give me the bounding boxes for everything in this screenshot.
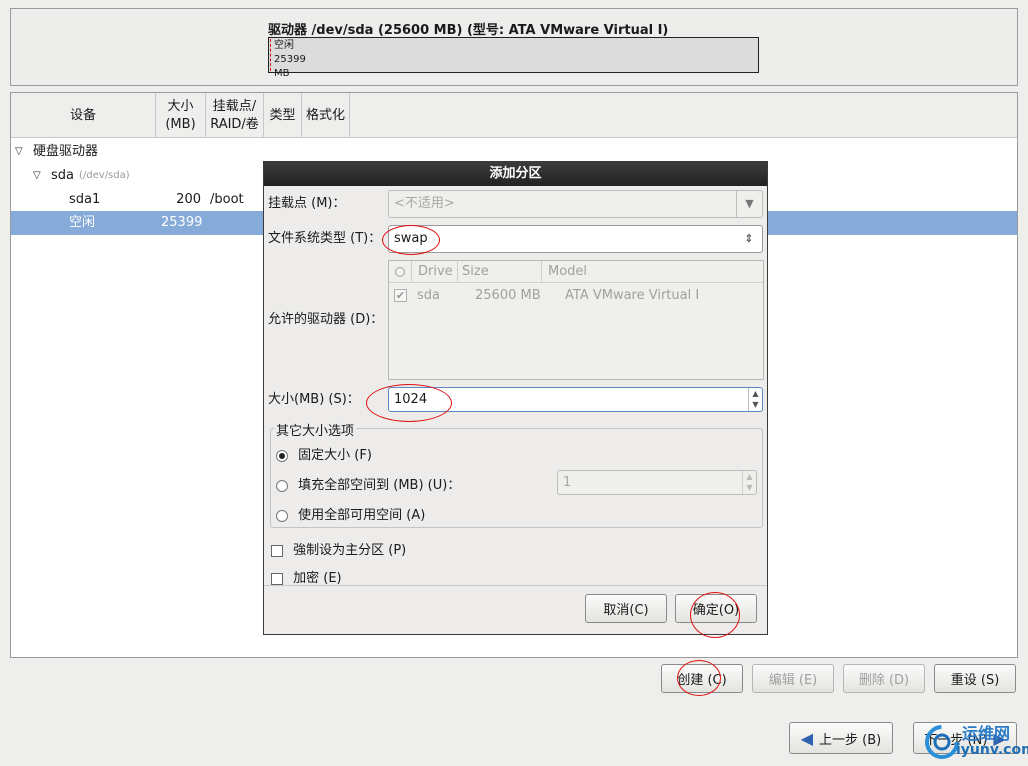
checkbox-empty-icon — [271, 572, 283, 585]
force-primary-label: 強制设为主分区 (P) — [293, 543, 407, 558]
radio-use-all-label: 使用全部可用空间 (A) — [298, 508, 426, 523]
radio-selected-icon — [276, 449, 288, 462]
column-format[interactable]: 格式化 — [302, 93, 350, 138]
row-device: 空闲 — [69, 215, 96, 230]
expander-down-icon[interactable]: ▽ — [33, 164, 41, 188]
drive-model: ATA VMware Virtual I — [565, 288, 700, 303]
column-device[interactable]: 设备 — [11, 93, 156, 138]
encrypt-checkbox[interactable]: 加密 (E) — [271, 567, 342, 586]
free-space-size: 25399 MB — [274, 54, 306, 79]
column-type[interactable]: 类型 — [264, 93, 302, 138]
drives-col-drive: Drive — [411, 261, 457, 283]
drive-size: 25600 MB — [475, 288, 541, 303]
drive-panel: 驱动器 /dev/sda (25600 MB) (型号: ATA VMware … — [10, 8, 1018, 86]
edit-button[interactable]: 编辑 (E) — [752, 664, 834, 693]
reset-button[interactable]: 重设 (S) — [934, 664, 1016, 693]
radio-use-all[interactable]: 使用全部可用空间 (A) — [276, 504, 425, 523]
drives-col-size: Size — [457, 261, 541, 283]
allowed-drives-label: 允许的驱动器 (D)： — [268, 312, 384, 327]
mount-point-value: <不适用> — [394, 196, 455, 211]
drive-title: 驱动器 /dev/sda (25600 MB) (型号: ATA VMware … — [268, 23, 669, 38]
mount-point-label: 挂载点 (M)： — [268, 196, 346, 211]
spin-arrows-icon[interactable]: ▲ ▼ — [742, 471, 756, 494]
allowed-drives-list[interactable]: Drive Size Model ✔ sda 25600 MB ATA VMwa… — [388, 260, 764, 380]
drives-list-row[interactable]: ✔ sda 25600 MB ATA VMware Virtual I — [389, 285, 763, 307]
size-value: 1024 — [394, 392, 428, 407]
free-space-segment[interactable]: 空闲 25399 MB — [270, 39, 306, 79]
fs-type-value: swap — [394, 231, 428, 246]
select-all-radio[interactable] — [395, 267, 405, 277]
column-size[interactable]: 大小 (MB) — [156, 93, 206, 138]
size-options-title: 其它大小选项 — [274, 420, 357, 439]
watermark-url: iyunv.com — [956, 742, 1028, 758]
encrypt-label: 加密 (E) — [293, 571, 342, 586]
row-size: 25399 — [161, 215, 203, 230]
radio-fixed-size[interactable]: 固定大小 (F) — [276, 444, 372, 463]
dialog-title[interactable]: 添加分区 — [264, 162, 767, 186]
cancel-button[interactable]: 取消(C) — [585, 594, 667, 623]
add-partition-dialog: 添加分区 挂载点 (M)： <不适用> ▼ 文件系统类型 (T)： swap ⇕… — [263, 161, 768, 638]
watermark-cn: 运维网 — [962, 724, 1011, 743]
back-button-label: 上一步 (B) — [819, 732, 882, 748]
mount-point-combo[interactable]: <不适用> ▼ — [388, 190, 763, 218]
size-spinbox[interactable]: 1024 ▲ ▼ — [388, 387, 763, 412]
size-label: 大小(MB) (S)： — [268, 392, 360, 407]
fill-size-spinbox[interactable]: 1 ▲ ▼ — [557, 470, 757, 495]
table-header: 设备 大小 (MB) 挂载点/ RAID/卷 类型 格式化 — [11, 93, 1017, 138]
dialog-separator — [264, 585, 767, 586]
checkbox-empty-icon — [271, 544, 283, 557]
arrow-left-icon: ◀ — [800, 728, 814, 748]
radio-fixed-label: 固定大小 (F) — [298, 448, 372, 463]
free-space-label: 空闲 — [274, 40, 294, 51]
drive-checkbox[interactable]: ✔ — [394, 289, 407, 302]
radio-fill-to[interactable]: 填充全部空间到 (MB) (U)： — [276, 474, 460, 493]
row-mount: /boot — [210, 192, 244, 207]
ok-button[interactable]: 确定(O) — [675, 594, 757, 623]
drives-col-model: Model — [541, 261, 587, 283]
force-primary-checkbox[interactable]: 強制设为主分区 (P) — [271, 539, 406, 558]
row-device-path: (/dev/sda) — [79, 170, 130, 181]
drive-name: sda — [417, 288, 440, 303]
delete-button[interactable]: 删除 (D) — [843, 664, 925, 693]
back-button[interactable]: ◀ 上一步 (B) — [789, 722, 893, 754]
watermark-logo: 运维网 iyunv.com — [922, 720, 1028, 764]
radio-empty-icon — [276, 509, 288, 522]
column-mount[interactable]: 挂载点/ RAID/卷 — [206, 93, 264, 138]
drives-list-header: Drive Size Model — [389, 261, 763, 283]
updown-arrows-icon: ⇕ — [744, 232, 754, 245]
chevron-down-icon: ▼ — [736, 191, 762, 217]
radio-fill-label: 填充全部空间到 (MB) (U)： — [298, 478, 461, 493]
fs-type-label: 文件系统类型 (T)： — [268, 231, 382, 246]
create-button[interactable]: 创建 (C) — [661, 664, 743, 693]
fill-size-value: 1 — [563, 475, 572, 490]
row-size: 200 — [176, 192, 201, 207]
expander-down-icon[interactable]: ▽ — [15, 140, 23, 164]
row-device: sda1 — [69, 192, 101, 207]
radio-empty-icon — [276, 479, 288, 492]
drive-usage-bar[interactable]: 空闲 25399 MB — [268, 37, 759, 79]
spin-arrows-icon[interactable]: ▲ ▼ — [748, 388, 762, 411]
row-device: 硬盘驱动器 — [33, 144, 99, 159]
row-device: sda — [51, 168, 74, 183]
fs-type-select[interactable]: swap ⇕ — [388, 225, 763, 253]
